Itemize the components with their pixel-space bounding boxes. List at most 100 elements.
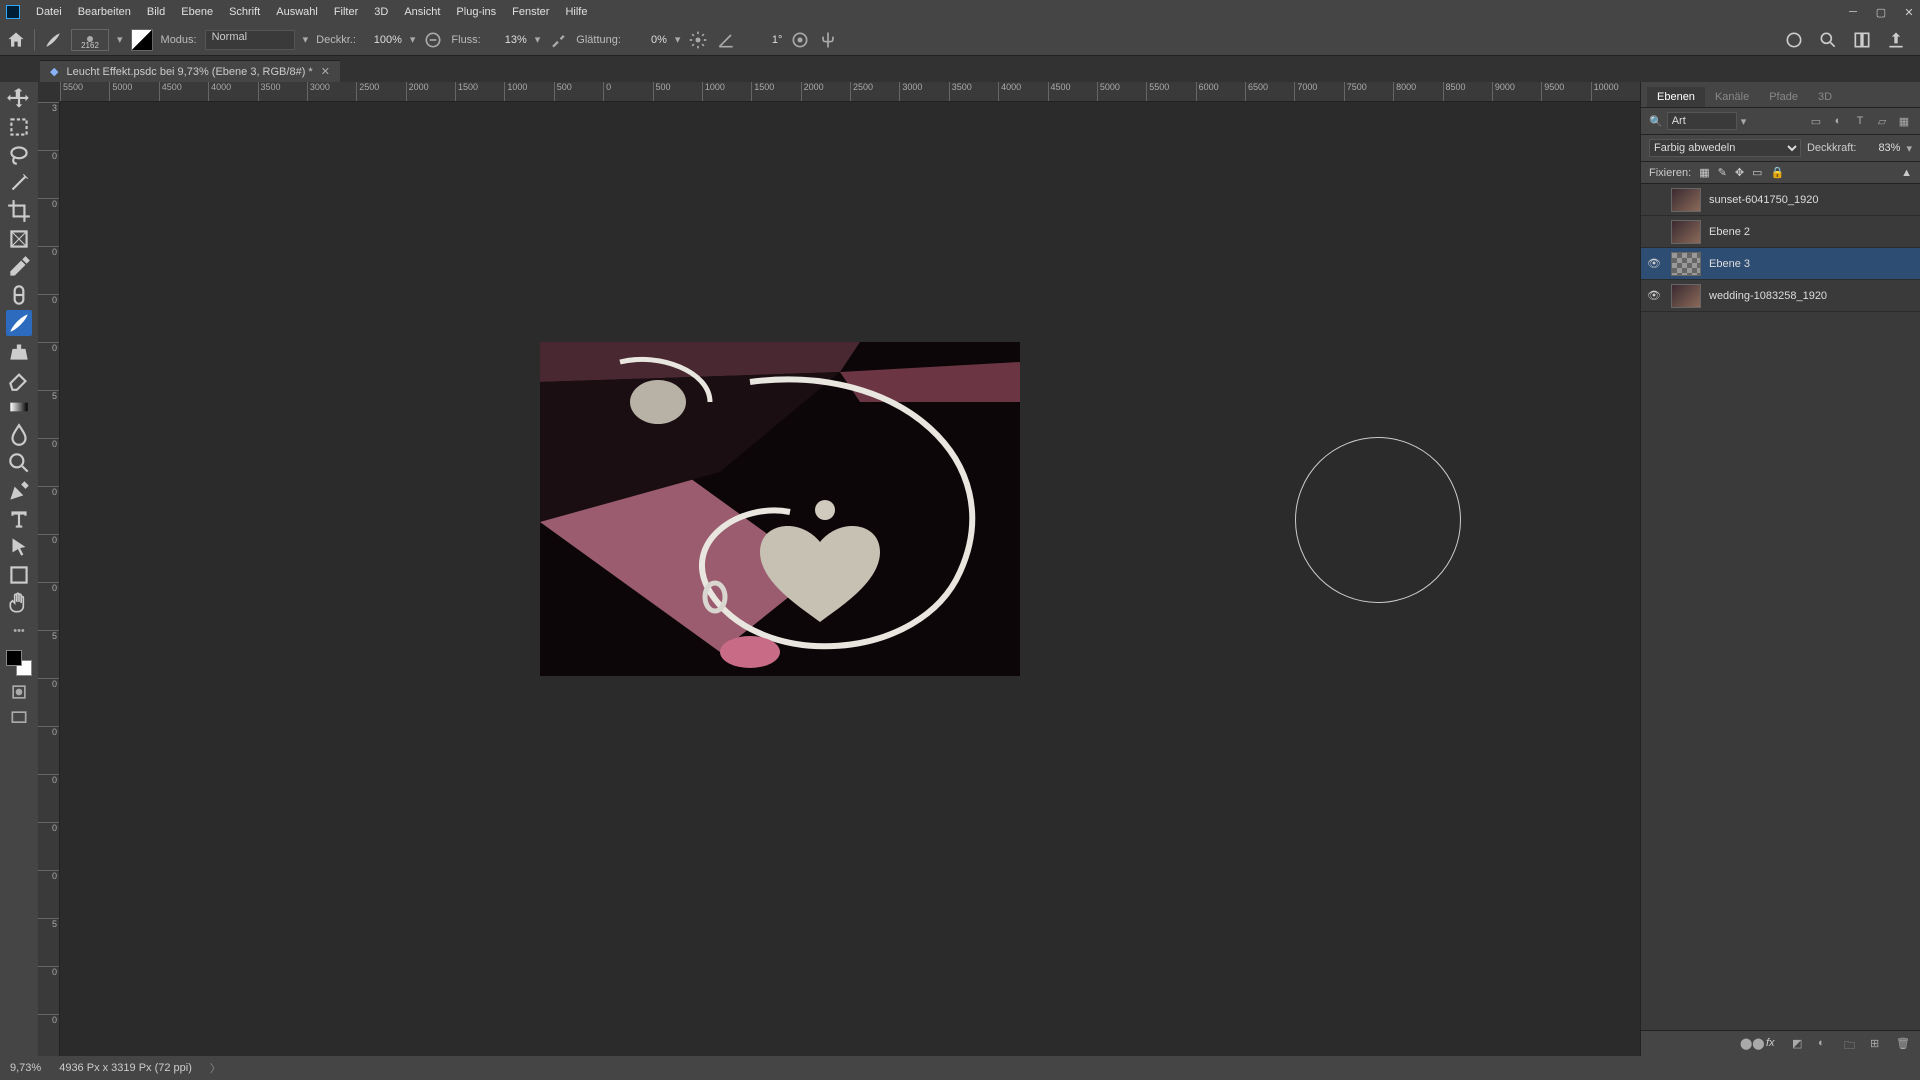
edit-toolbar-icon[interactable]: ••• <box>6 618 32 644</box>
brush-tool-icon[interactable] <box>6 310 32 336</box>
layer-name[interactable]: wedding-1083258_1920 <box>1709 290 1827 302</box>
layer-name[interactable]: Ebene 2 <box>1709 226 1750 238</box>
healing-brush-tool-icon[interactable] <box>6 282 32 308</box>
lock-paint-icon[interactable]: ✎ <box>1718 166 1727 179</box>
window-minimize-icon[interactable]: ─ <box>1846 5 1860 19</box>
menu-datei[interactable]: Datei <box>28 0 70 24</box>
filter-type-icon[interactable]: T <box>1852 113 1868 129</box>
menu-bearbeiten[interactable]: Bearbeiten <box>70 0 139 24</box>
move-tool-icon[interactable] <box>6 86 32 112</box>
tab-kanaele[interactable]: Kanäle <box>1705 87 1759 107</box>
brush-angle-value[interactable]: 1° <box>744 34 782 46</box>
blend-mode-select[interactable]: Normal <box>205 30 295 50</box>
tab-ebenen[interactable]: Ebenen <box>1647 87 1705 107</box>
layer-mask-icon[interactable]: ◩ <box>1792 1037 1806 1051</box>
lock-position-icon[interactable]: ✥ <box>1735 166 1744 179</box>
brush-tool-icon[interactable] <box>43 30 63 50</box>
symmetry-icon[interactable] <box>818 30 838 50</box>
group-icon[interactable]: 🗀 <box>1844 1037 1858 1051</box>
share-icon[interactable] <box>1886 30 1906 50</box>
layer-name[interactable]: sunset-6041750_1920 <box>1709 194 1818 206</box>
shape-tool-icon[interactable] <box>6 562 32 588</box>
layer-thumbnail[interactable] <box>1671 252 1701 276</box>
menu-ansicht[interactable]: Ansicht <box>396 0 448 24</box>
menu-filter[interactable]: Filter <box>326 0 366 24</box>
layer-row[interactable]: 👁 Ebene 3 <box>1641 248 1920 280</box>
layer-row[interactable]: sunset-6041750_1920 <box>1641 184 1920 216</box>
doc-info[interactable]: 4936 Px x 3319 Px (72 ppi) <box>59 1062 192 1074</box>
layer-visibility-icon[interactable] <box>1645 191 1663 209</box>
flow-value[interactable]: 13% <box>489 34 527 46</box>
dodge-tool-icon[interactable] <box>6 450 32 476</box>
menu-schrift[interactable]: Schrift <box>221 0 268 24</box>
pen-tool-icon[interactable] <box>6 478 32 504</box>
menu-bild[interactable]: Bild <box>139 0 173 24</box>
brush-panel-toggle-icon[interactable] <box>131 29 153 51</box>
smoothing-options-icon[interactable] <box>688 30 708 50</box>
type-tool-icon[interactable] <box>6 506 32 532</box>
menu-fenster[interactable]: Fenster <box>504 0 557 24</box>
adjustment-layer-icon[interactable]: ◐ <box>1818 1037 1832 1051</box>
color-swatches[interactable] <box>6 650 32 676</box>
crop-tool-icon[interactable] <box>6 198 32 224</box>
doc-info-chevron-icon[interactable]: 〉 <box>210 1060 221 1076</box>
filter-smart-icon[interactable]: ▦ <box>1896 113 1912 129</box>
link-layers-icon[interactable]: ⬤⬤ <box>1740 1037 1754 1051</box>
layer-filter[interactable]: 🔍 ▾ <box>1649 112 1802 130</box>
window-maximize-icon[interactable]: ▢ <box>1874 5 1888 19</box>
zoom-level[interactable]: 9,73% <box>10 1062 41 1074</box>
marquee-tool-icon[interactable] <box>6 114 32 140</box>
smoothing-value[interactable]: 0% <box>629 34 667 46</box>
layer-row[interactable]: 👁 wedding-1083258_1920 <box>1641 280 1920 312</box>
menu-plugins[interactable]: Plug-ins <box>448 0 504 24</box>
lasso-tool-icon[interactable] <box>6 142 32 168</box>
eraser-tool-icon[interactable] <box>6 366 32 392</box>
opacity-pressure-icon[interactable] <box>423 30 443 50</box>
layer-fx-icon[interactable]: fx <box>1766 1037 1780 1051</box>
window-close-icon[interactable]: ✕ <box>1902 5 1916 19</box>
vertical-ruler[interactable]: 30000050000500000500000500 <box>38 102 60 1056</box>
frame-tool-icon[interactable] <box>6 226 32 252</box>
delete-layer-icon[interactable]: 🗑 <box>1896 1037 1910 1051</box>
brush-preset-picker[interactable]: 2162 <box>71 29 109 51</box>
horizontal-ruler[interactable]: 5500500045004000350030002500200015001000… <box>60 82 1640 102</box>
menu-hilfe[interactable]: Hilfe <box>557 0 595 24</box>
filter-adjust-icon[interactable]: ◐ <box>1830 113 1846 129</box>
lock-all-icon[interactable]: 🔒 <box>1770 166 1784 179</box>
menu-ebene[interactable]: Ebene <box>173 0 221 24</box>
lock-artboard-icon[interactable]: ▭ <box>1752 166 1762 179</box>
layer-blend-mode-select[interactable]: Farbig abwedeln <box>1649 139 1801 157</box>
workspace-icon[interactable] <box>1852 30 1872 50</box>
gradient-tool-icon[interactable] <box>6 394 32 420</box>
layer-thumbnail[interactable] <box>1671 188 1701 212</box>
clone-stamp-tool-icon[interactable] <box>6 338 32 364</box>
lock-pixels-icon[interactable]: ▦ <box>1699 166 1709 179</box>
layer-visibility-icon[interactable] <box>1645 223 1663 241</box>
layer-row[interactable]: Ebene 2 <box>1641 216 1920 248</box>
cloud-docs-icon[interactable] <box>1784 30 1804 50</box>
blur-tool-icon[interactable] <box>6 422 32 448</box>
layer-thumbnail[interactable] <box>1671 284 1701 308</box>
size-pressure-icon[interactable] <box>790 30 810 50</box>
new-layer-icon[interactable]: ⊞ <box>1870 1037 1884 1051</box>
quickmask-icon[interactable] <box>9 682 29 702</box>
filter-image-icon[interactable]: ▭ <box>1808 113 1824 129</box>
eyedropper-tool-icon[interactable] <box>6 254 32 280</box>
tab-3d[interactable]: 3D <box>1808 87 1842 107</box>
layer-name[interactable]: Ebene 3 <box>1709 258 1750 270</box>
home-icon[interactable] <box>6 30 26 50</box>
menu-auswahl[interactable]: Auswahl <box>268 0 326 24</box>
canvas[interactable] <box>60 102 1640 1056</box>
magic-wand-tool-icon[interactable] <box>6 170 32 196</box>
screenmode-icon[interactable] <box>9 708 29 728</box>
document-tab[interactable]: ◆ Leucht Effekt.psdc bei 9,73% (Ebene 3,… <box>40 60 340 82</box>
filter-shape-icon[interactable]: ▱ <box>1874 113 1890 129</box>
opacity-value[interactable]: 100% <box>364 34 402 46</box>
layer-filter-select[interactable] <box>1667 112 1737 130</box>
menu-3d[interactable]: 3D <box>366 0 396 24</box>
layer-opacity-value[interactable]: 83% <box>1862 142 1900 154</box>
layer-visibility-icon[interactable]: 👁 <box>1645 255 1663 273</box>
layer-visibility-icon[interactable]: 👁 <box>1645 287 1663 305</box>
search-icon[interactable] <box>1818 30 1838 50</box>
tab-close-icon[interactable]: ✕ <box>321 65 330 78</box>
